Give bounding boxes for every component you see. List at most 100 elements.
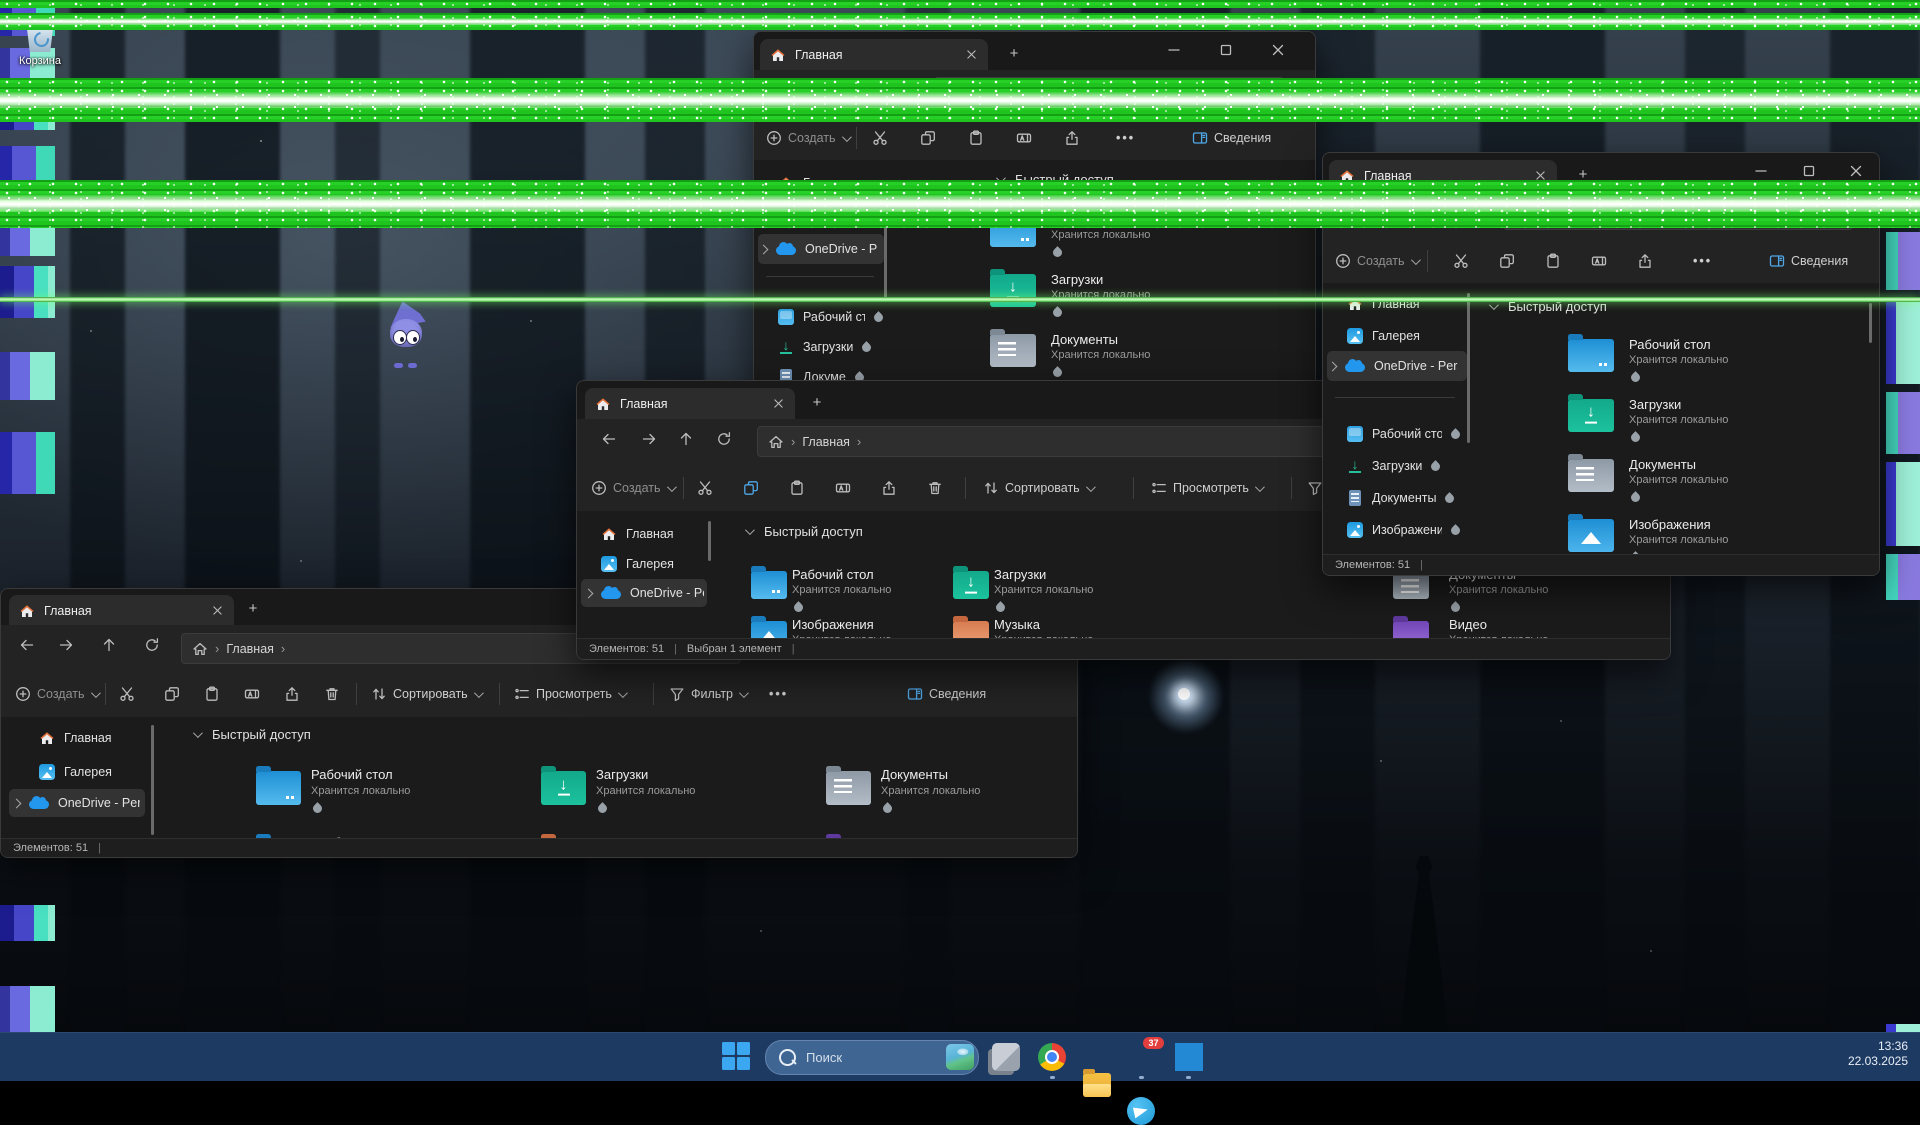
- sort-button[interactable]: Сортировать: [371, 686, 481, 702]
- share-button[interactable]: [284, 686, 300, 702]
- minimize-button[interactable]: [1154, 37, 1194, 63]
- sidebar-item-onedrive[interactable]: OneDrive - Pers: [585, 580, 704, 606]
- file-item[interactable]: Рабочий стол Хранится локально: [1568, 334, 1878, 394]
- more-options-button[interactable]: •••: [1693, 254, 1712, 268]
- quick-access-header[interactable]: Быстрый доступ: [193, 727, 311, 742]
- details-pane-button[interactable]: Сведения: [1192, 130, 1271, 146]
- paste-button[interactable]: [1545, 253, 1561, 269]
- breadcrumb-root[interactable]: Главная: [802, 435, 850, 449]
- back-button[interactable]: [19, 637, 41, 659]
- back-button[interactable]: [601, 431, 623, 453]
- view-button[interactable]: Просмотреть: [514, 686, 625, 702]
- more-options-button[interactable]: •••: [1116, 131, 1135, 145]
- details-pane-button[interactable]: Сведения: [907, 686, 986, 702]
- forward-button[interactable]: [58, 637, 80, 659]
- close-button[interactable]: [1258, 37, 1298, 63]
- quick-access-header[interactable]: Быстрый доступ: [745, 524, 863, 539]
- vscode-icon[interactable]: [1175, 1043, 1203, 1071]
- new-button[interactable]: Создать: [15, 686, 98, 702]
- up-button[interactable]: [101, 637, 123, 659]
- rename-button[interactable]: [1016, 130, 1032, 146]
- view-button[interactable]: Просмотреть: [1151, 480, 1262, 496]
- breadcrumb-root[interactable]: Главная: [226, 642, 274, 656]
- rename-button[interactable]: [835, 480, 851, 496]
- task-view-icon[interactable]: [992, 1043, 1020, 1071]
- chevron-right-icon[interactable]: [584, 588, 594, 598]
- cut-button[interactable]: [697, 480, 713, 496]
- copy-button[interactable]: [1499, 253, 1515, 269]
- maximize-button[interactable]: [1206, 37, 1246, 63]
- sort-button[interactable]: Сортировать: [983, 480, 1093, 496]
- new-tab-button[interactable]: +: [1004, 44, 1024, 64]
- delete-button[interactable]: [927, 480, 943, 496]
- sidebar-pinned-item[interactable]: Изображени: [1347, 517, 1460, 543]
- sidebar-pinned-item[interactable]: Рабочий сто: [778, 304, 883, 330]
- sidebar-item-home[interactable]: Главная: [1347, 291, 1420, 317]
- copy-button[interactable]: [164, 686, 180, 702]
- breadcrumb[interactable]: ›Главная›: [757, 426, 1397, 457]
- sidebar-scrollbar[interactable]: [151, 725, 154, 835]
- rename-button[interactable]: [244, 686, 260, 702]
- sidebar-pinned-item[interactable]: Загрузки: [1347, 453, 1440, 479]
- file-item[interactable]: Документы Хранится локально: [990, 329, 1300, 387]
- chevron-right-icon[interactable]: [759, 244, 769, 254]
- sidebar-pinned-item[interactable]: Рабочий сто: [1347, 421, 1460, 447]
- new-tab-button[interactable]: +: [807, 393, 827, 413]
- tab-close-icon[interactable]: [211, 604, 224, 617]
- search-input[interactable]: [804, 1049, 918, 1066]
- sidebar-item-gallery[interactable]: Галерея: [1347, 323, 1420, 349]
- sidebar-pinned-item[interactable]: Загрузки: [778, 334, 871, 360]
- rename-button[interactable]: [1591, 253, 1607, 269]
- copy-button[interactable]: [743, 480, 759, 496]
- file-item[interactable]: Рабочий стол Хранится локально: [246, 764, 531, 830]
- telegram-icon[interactable]: [1127, 1097, 1155, 1125]
- content-scrollbar[interactable]: [1869, 303, 1872, 343]
- sidebar-item-onedrive[interactable]: OneDrive - Pers: [13, 790, 140, 816]
- taskbar-clock[interactable]: 13:36 22.03.2025: [1848, 1039, 1908, 1069]
- cut-button[interactable]: [1453, 253, 1469, 269]
- refresh-button[interactable]: [144, 637, 166, 659]
- file-item[interactable]: Документы Хранится локально: [816, 764, 1078, 830]
- details-pane-button[interactable]: Сведения: [1769, 253, 1848, 269]
- paste-button[interactable]: [789, 480, 805, 496]
- tab-home[interactable]: Главная: [585, 388, 795, 419]
- sidebar-item-home[interactable]: Главная: [601, 521, 674, 547]
- new-tab-button[interactable]: +: [243, 599, 263, 619]
- sidebar-item-gallery[interactable]: Галерея: [39, 759, 112, 785]
- new-button[interactable]: Создать: [766, 130, 849, 146]
- delete-button[interactable]: [324, 686, 340, 702]
- file-item[interactable]: Документы Хранится локально: [1568, 454, 1878, 514]
- more-options-button[interactable]: •••: [769, 687, 788, 701]
- new-button[interactable]: Создать: [591, 480, 674, 496]
- tab-home[interactable]: Главная: [9, 595, 234, 626]
- copy-button[interactable]: [920, 130, 936, 146]
- share-button[interactable]: [881, 480, 897, 496]
- forward-button[interactable]: [641, 431, 663, 453]
- cut-button[interactable]: [872, 130, 888, 146]
- start-button[interactable]: [722, 1042, 752, 1072]
- chrome-icon[interactable]: [1038, 1043, 1066, 1071]
- file-explorer-icon[interactable]: [1083, 1073, 1111, 1097]
- tab-close-icon[interactable]: [965, 48, 978, 61]
- sidebar-scrollbar[interactable]: [1467, 293, 1470, 443]
- chevron-right-icon[interactable]: [1328, 361, 1338, 371]
- refresh-button[interactable]: [716, 431, 738, 453]
- new-button[interactable]: Создать: [1335, 253, 1418, 269]
- sidebar-item-gallery[interactable]: Галерея: [601, 551, 674, 577]
- tab-close-icon[interactable]: [772, 397, 785, 410]
- tab-home[interactable]: Главная: [760, 39, 988, 70]
- share-button[interactable]: [1637, 253, 1653, 269]
- taskbar-search[interactable]: [765, 1040, 979, 1075]
- sidebar-item-onedrive[interactable]: OneDrive - Pers: [1329, 353, 1458, 379]
- paste-button[interactable]: [204, 686, 220, 702]
- paste-button[interactable]: [968, 130, 984, 146]
- chevron-right-icon[interactable]: [12, 798, 22, 808]
- weather-widget-icon[interactable]: [946, 1044, 974, 1070]
- sidebar-pinned-item[interactable]: Документы: [1347, 485, 1454, 511]
- filter-button[interactable]: Фильтр: [669, 686, 746, 702]
- share-button[interactable]: [1064, 130, 1080, 146]
- file-item[interactable]: Загрузки Хранится локально: [531, 764, 816, 830]
- sidebar-scrollbar[interactable]: [708, 521, 711, 561]
- sidebar-item-onedrive[interactable]: OneDrive - Pers: [760, 236, 877, 262]
- file-item[interactable]: Загрузки Хранится локально: [1568, 394, 1878, 454]
